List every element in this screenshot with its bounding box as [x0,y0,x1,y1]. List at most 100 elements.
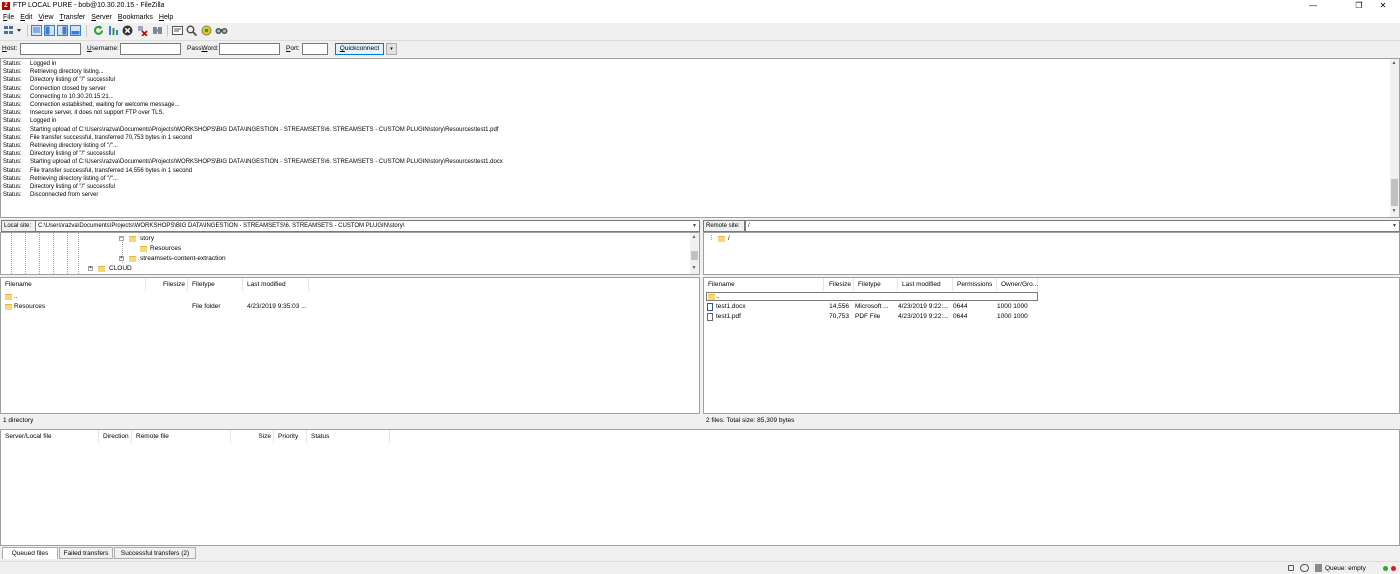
cancel-icon[interactable] [122,25,133,36]
refresh-icon[interactable] [93,25,104,36]
column-header-size[interactable]: Size [231,430,274,443]
toggle-queue-icon[interactable] [70,25,81,36]
scroll-up-icon[interactable]: ▲ [1390,60,1398,66]
filesize-cell: 70,753 [829,313,849,320]
site-manager-icon[interactable] [4,25,21,36]
column-header-filename[interactable]: Filename [704,278,824,291]
process-queue-icon[interactable] [108,25,119,36]
tree-item-root[interactable]: / [728,235,730,242]
tree-item-resources[interactable]: Resources [150,245,181,252]
disconnect-icon[interactable] [137,25,148,37]
tree-item-streamsets-content-extraction[interactable]: streamsets-content-extraction [140,255,226,262]
tab-successful-transfers[interactable]: Successful transfers (2) [114,547,196,559]
filezilla-logo-icon: Z [2,2,10,10]
column-header-last-modified[interactable]: Last modified [243,278,309,291]
menu-edit[interactable]: Edit [17,12,35,23]
column-header-direction[interactable]: Direction [99,430,132,443]
tree-item-story[interactable]: story [140,235,154,242]
minimize-button[interactable]: — [1296,0,1330,12]
scroll-up-icon[interactable]: ▲ [690,234,698,240]
scroll-down-icon[interactable]: ▼ [1390,208,1398,214]
column-header-filesize[interactable]: Filesize [824,278,854,291]
log-scrollbar-thumb[interactable] [1391,179,1398,206]
log-line: Status: Disconnected from server [3,192,99,199]
menu-server[interactable]: Server [88,12,115,23]
column-header-priority[interactable]: Priority [274,430,307,443]
last-modified-cell: 4/23/2019 9:35:03 ... [247,303,307,310]
column-header-last-modified[interactable]: Last modified [898,278,953,291]
tree-item-cloud[interactable]: CLOUD [109,265,132,272]
compare-icon[interactable] [186,25,198,37]
chevron-down-icon[interactable]: ▼ [1392,221,1397,231]
toggle-remote-tree-icon[interactable] [57,25,68,36]
column-header-status[interactable]: Status [307,430,390,443]
local-directory-tree[interactable]: − story Resources + streamsets-content-e… [0,232,700,275]
folder-icon [140,246,147,252]
column-header-filetype[interactable]: Filetype [854,278,898,291]
quickconnect-dropdown-button[interactable]: ▾ [386,43,397,55]
folder-icon [98,266,105,272]
remote-file-list[interactable]: Filename ^ Filesize Filetype Last modifi… [703,277,1400,414]
log-scrollbar[interactable]: ▲ ▼ [1390,59,1399,217]
filter-icon[interactable] [172,25,183,36]
log-line: Status: Logged in [3,61,57,67]
filename-cell: Resources [14,303,46,310]
collapse-icon[interactable]: − [119,236,124,241]
host-label: Host: [2,45,18,52]
local-site-label: Local site: [1,220,36,232]
column-header-owner-group[interactable]: Owner/Gro... [997,278,1038,291]
close-button[interactable]: ✕ [1366,0,1400,12]
scroll-down-icon[interactable]: ▼ [690,265,698,271]
menu-file[interactable]: File [0,12,17,23]
last-modified-cell: 4/23/2019 9:22:... [898,313,948,320]
password-label: PassWord: [187,45,219,52]
transfer-queue[interactable]: Server/Local file Direction Remote file … [0,429,1400,546]
expand-icon[interactable]: + [88,266,93,271]
log-line: Status: File transfer successful, transfe… [3,167,193,174]
column-header-filesize[interactable]: Filesize [146,278,188,291]
remote-directory-tree[interactable]: / [703,232,1400,275]
host-input[interactable] [20,43,81,55]
username-label: Username: [87,45,119,52]
quickconnect-button[interactable]: Quickconnect [335,43,384,55]
column-header-filetype[interactable]: Filetype [188,278,243,291]
reconnect-icon[interactable] [152,25,163,36]
column-header-permissions[interactable]: Permissions [953,278,997,291]
filename-cell: test1.pdf [716,313,741,320]
tab-failed-transfers[interactable]: Failed transfers [59,547,113,559]
username-input[interactable] [120,43,181,55]
owner-group-cell: 1000 1000 [997,303,1028,310]
menu-help[interactable]: Help [156,12,176,23]
toggle-log-icon[interactable] [31,25,42,36]
search-icon[interactable] [215,25,228,36]
remote-path-input[interactable]: / ▼ [745,220,1400,232]
local-site-bar: Local site: C:\Users\razva\Documents\Pro… [0,220,700,232]
toggle-local-tree-icon[interactable] [44,25,55,36]
tab-queued-files[interactable]: Queued files [2,547,58,559]
port-input[interactable] [302,43,328,55]
column-header-remote-file[interactable]: Remote file [132,430,231,443]
local-tree-scrollbar-thumb[interactable] [691,251,698,260]
server-icon [1315,564,1322,572]
menu-bookmarks[interactable]: Bookmarks [115,12,156,23]
folder-up-icon [708,294,715,300]
filename-cell: test1.docx [716,303,746,310]
menu-transfer[interactable]: Transfer [56,12,88,23]
column-header-filename[interactable]: Filename [1,278,146,291]
sync-browse-icon[interactable] [201,25,212,36]
last-modified-cell: 4/23/2019 9:22:... [898,303,948,310]
expand-icon[interactable]: + [119,256,124,261]
local-tree-scrollbar[interactable]: ▲ ▼ [690,233,699,274]
column-header-server-local-file[interactable]: Server/Local file [1,430,99,443]
folder-icon [718,236,725,242]
status-green-icon [1383,566,1388,571]
password-input[interactable] [219,43,280,55]
speed-limit-icon[interactable] [1300,564,1309,572]
local-path-input[interactable]: C:\Users\razva\Documents\Projects\WORKSH… [35,220,700,232]
folder-icon [5,304,12,310]
chevron-down-icon[interactable]: ▼ [692,221,697,231]
local-file-list[interactable]: Filename Filesize Filetype Last modified… [0,277,700,414]
menu-view[interactable]: View [35,12,56,23]
title-bar: Z FTP LOCAL PURE - bob@10.30.20.15 - Fil… [0,0,1400,12]
message-log[interactable]: Status: Logged in Status: Retrieving direc… [0,58,1400,218]
